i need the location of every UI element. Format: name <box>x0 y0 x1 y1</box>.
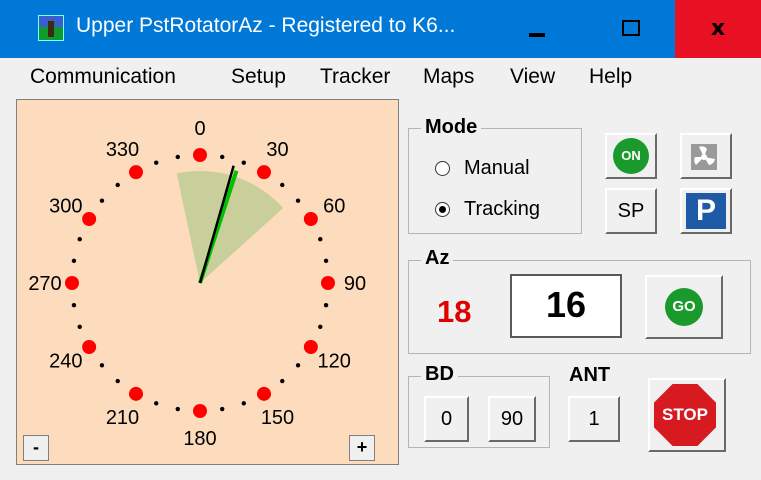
dial-marker <box>129 386 143 401</box>
zoom-out-button[interactable]: - <box>23 435 49 461</box>
dial-tick-dot <box>77 324 82 329</box>
dial-tick-dot <box>295 198 301 203</box>
dial-label: 60 <box>323 196 345 218</box>
dial-tick-dot <box>115 378 120 384</box>
fan-icon <box>691 144 717 170</box>
ant-button[interactable]: 1 <box>568 396 620 442</box>
radio-manual-label: Manual <box>464 157 530 179</box>
dial-tick-dot <box>280 378 285 384</box>
fan-button[interactable] <box>680 133 732 179</box>
dial-tick-dot <box>241 160 246 165</box>
stop-button[interactable]: STOP <box>648 378 726 452</box>
minimize-icon <box>529 33 545 37</box>
az-label: Az <box>421 247 454 270</box>
dial-marker <box>193 148 207 162</box>
menu-view[interactable]: View <box>510 65 555 89</box>
radio-tracking-indicator[interactable] <box>435 202 450 218</box>
dial-label: 30 <box>266 139 288 161</box>
dial-label: 210 <box>106 407 139 429</box>
dial-tick-dot <box>175 154 180 160</box>
ant-label: ANT <box>569 364 611 386</box>
app-icon[interactable] <box>38 15 64 41</box>
title-bar[interactable]: Upper PstRotatorAz - Registered to K6...… <box>0 0 761 58</box>
menu-tracker[interactable]: Tracker <box>320 65 390 89</box>
azimuth-compass[interactable]: 0 30 60 90 120 150 180 210 240 270 300 330 - + <box>16 99 399 465</box>
park-button[interactable]: P <box>680 188 732 234</box>
go-button[interactable]: GO <box>645 275 723 339</box>
current-azimuth: 18 <box>437 294 472 329</box>
dial-marker <box>82 212 97 226</box>
menu-bar: Communication Setup Tracker Maps View He… <box>16 60 761 96</box>
dial-label: 90 <box>344 273 366 295</box>
maximize-button[interactable] <box>583 0 675 58</box>
dial-tick-dot <box>318 324 323 329</box>
radio-manual[interactable]: Manual <box>435 157 530 180</box>
dial-tick-dot <box>323 303 329 308</box>
dial-marker <box>193 404 207 418</box>
radio-tracking-label: Tracking <box>464 198 540 220</box>
menu-maps[interactable]: Maps <box>423 65 474 89</box>
dial-tick-dot <box>318 237 323 242</box>
on-button[interactable]: ON <box>605 133 657 179</box>
maximize-icon <box>622 20 640 36</box>
dial-marker <box>129 165 143 180</box>
window-title: Upper PstRotatorAz - Registered to K6... <box>76 14 456 37</box>
menu-communication[interactable]: Communication <box>30 65 176 89</box>
close-icon: x <box>710 16 726 41</box>
mode-label: Mode <box>421 116 482 139</box>
close-button[interactable]: x <box>675 0 761 58</box>
dial-tick-dot <box>71 258 77 263</box>
dial-label: 150 <box>261 407 294 429</box>
dial-tick-dot <box>280 182 285 188</box>
go-icon: GO <box>665 288 703 326</box>
dial-tick-dot <box>154 401 159 406</box>
dial-tick-dot <box>241 401 246 406</box>
sp-button[interactable]: SP <box>605 188 657 234</box>
dial-tick-dot <box>115 182 120 188</box>
dial-marker <box>303 340 318 354</box>
dial-label: 120 <box>318 351 351 373</box>
stop-icon: STOP <box>654 384 716 446</box>
dial-label: 180 <box>183 428 216 450</box>
dial-marker <box>257 165 271 180</box>
parking-icon: P <box>686 193 726 229</box>
dial-label: 240 <box>49 351 82 373</box>
dial-label: 330 <box>106 139 139 161</box>
menu-help[interactable]: Help <box>589 65 632 89</box>
dial-label: 270 <box>28 273 61 295</box>
compass-dial[interactable]: 0 30 60 90 120 150 180 210 240 270 300 330 <box>17 100 400 466</box>
menu-setup[interactable]: Setup <box>231 65 286 89</box>
dial-marker <box>65 276 79 290</box>
mode-group: Mode Manual Tracking <box>408 116 582 234</box>
dial-tick-dot <box>99 363 105 368</box>
minimize-button[interactable] <box>491 0 583 58</box>
dial-marker <box>257 386 271 401</box>
dial-marker <box>321 276 335 290</box>
bd-0-button[interactable]: 0 <box>424 396 469 442</box>
dial-tick-dot <box>175 406 180 412</box>
dial-label: 300 <box>49 196 82 218</box>
dial-tick-dot <box>99 198 105 203</box>
dial-tick-dot <box>220 154 225 160</box>
dial-tick-dot <box>77 237 82 242</box>
dial-label: 0 <box>194 118 205 140</box>
dial-marker <box>82 340 97 354</box>
dial-tick-dot <box>323 258 329 263</box>
dial-tick-dot <box>71 303 77 308</box>
zoom-in-button[interactable]: + <box>349 435 375 461</box>
bd-label: BD <box>421 363 458 386</box>
dial-tick-dot <box>295 363 301 368</box>
bd-90-button[interactable]: 90 <box>488 396 536 442</box>
dial-tick-dot <box>154 160 159 165</box>
power-on-icon: ON <box>613 138 649 174</box>
radio-tracking[interactable]: Tracking <box>435 198 540 221</box>
dial-tick-dot <box>220 406 225 412</box>
azimuth-input[interactable]: 16 <box>510 274 622 338</box>
radio-manual-indicator[interactable] <box>435 161 450 177</box>
dial-marker <box>303 212 318 226</box>
